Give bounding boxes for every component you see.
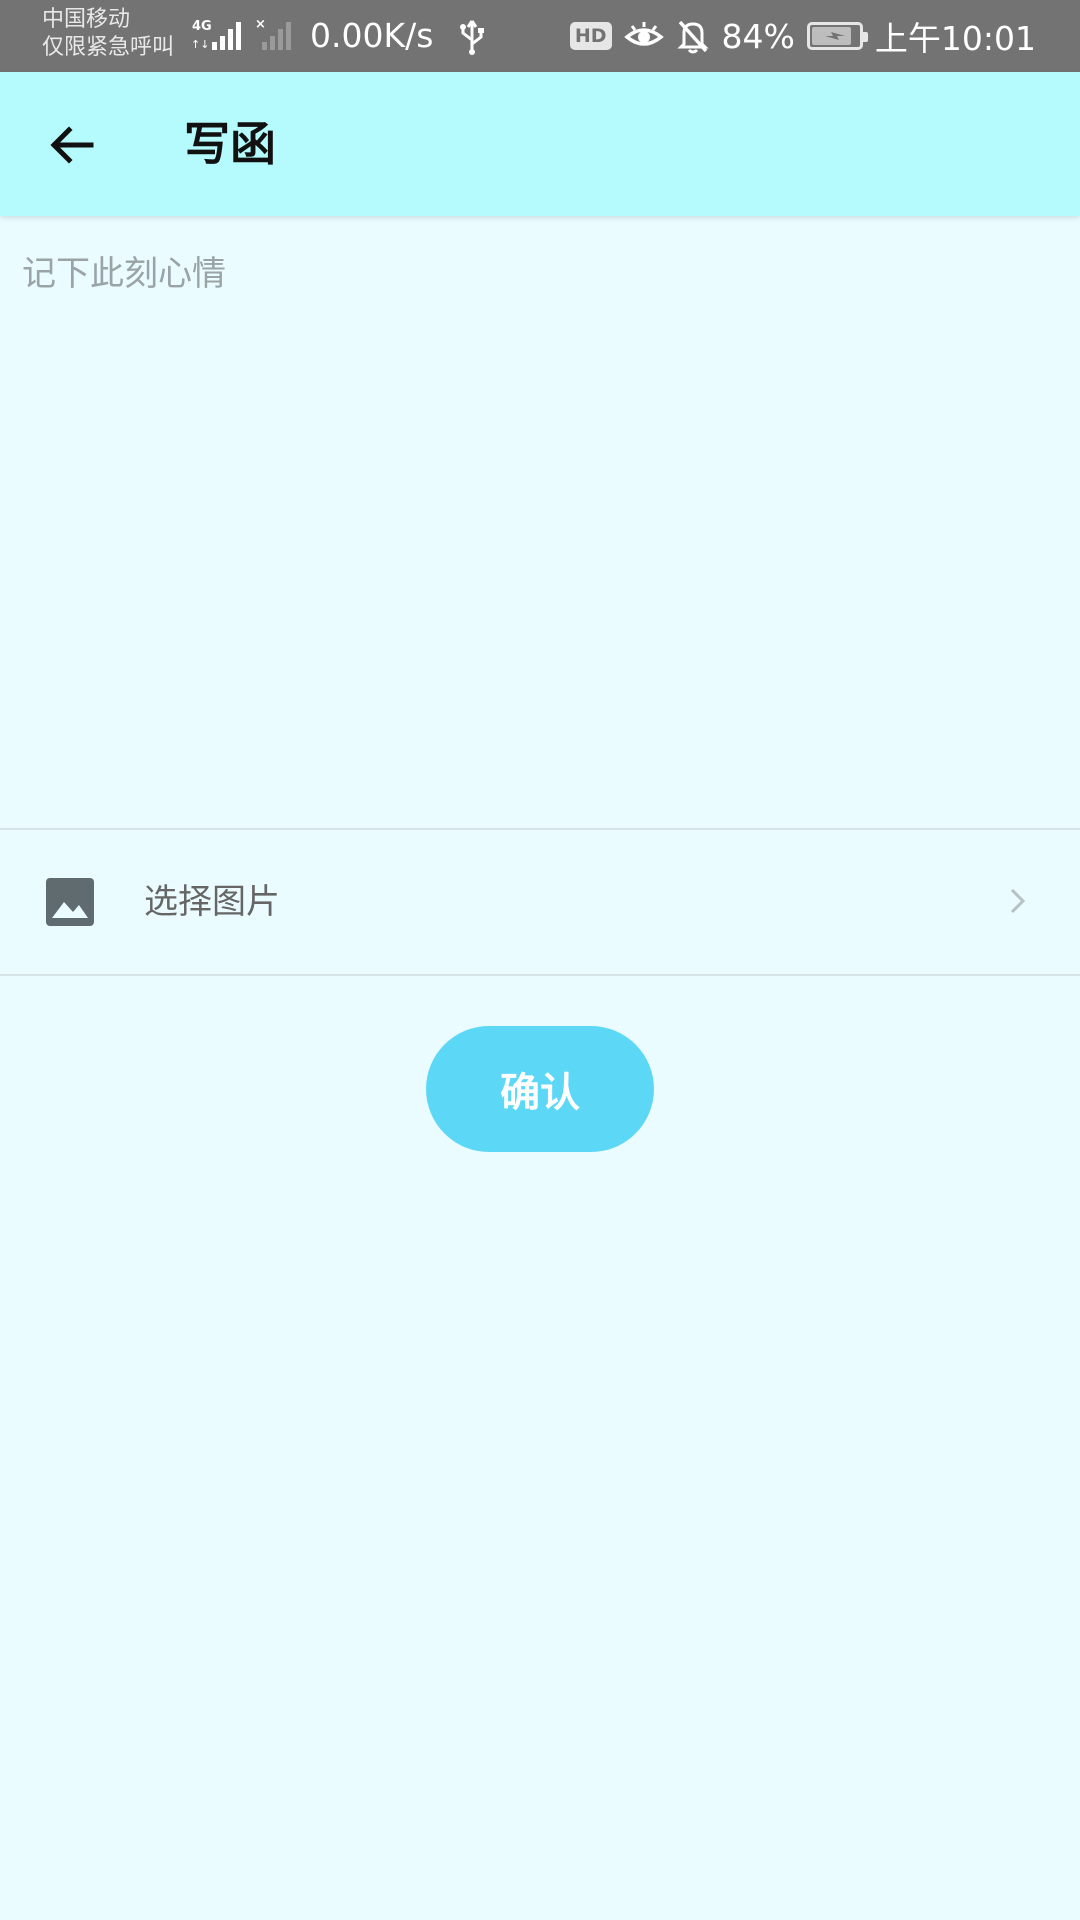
carrier-info: 中国移动 仅限紧急呼叫	[42, 6, 174, 62]
hd-icon: HD	[569, 22, 612, 50]
select-image-row[interactable]: 选择图片	[0, 830, 1080, 974]
carrier-status: 仅限紧急呼叫	[42, 35, 175, 60]
battery-icon	[806, 22, 868, 50]
network-type-label: 4G	[192, 19, 212, 34]
signal-4g-icon: 4G ↑↓	[191, 19, 241, 51]
usb-icon	[460, 20, 484, 55]
charging-icon	[824, 32, 845, 40]
status-bar: 中国移动 仅限紧急呼叫 4G ↑↓ × 0.00K/s HD 84% 上午10:…	[0, 0, 1080, 72]
battery-percent: 84%	[721, 16, 795, 56]
image-icon	[46, 878, 94, 926]
arrow-left-icon	[50, 126, 94, 164]
chevron-right-icon	[1010, 888, 1026, 914]
select-image-label: 选择图片	[144, 882, 280, 922]
confirm-button[interactable]: 确认	[426, 1026, 654, 1152]
clock: 上午10:01	[874, 19, 1036, 58]
eye-comfort-icon	[623, 22, 664, 46]
svg-text:×: ×	[255, 17, 266, 32]
app-bar: 写函	[0, 72, 1080, 216]
mood-input[interactable]	[0, 222, 1080, 828]
back-button[interactable]	[36, 110, 106, 180]
page-title: 写函	[184, 117, 276, 171]
bell-muted-icon	[676, 20, 709, 54]
carrier-name: 中国移动	[42, 7, 131, 32]
svg-text:↑↓: ↑↓	[191, 38, 209, 51]
signal-no-service-icon: ×	[255, 17, 291, 50]
status-right-group: HD 84% 上午10:01	[569, 12, 1036, 60]
network-speed: 0.00K/s	[310, 16, 434, 55]
divider-bottom	[0, 974, 1080, 976]
